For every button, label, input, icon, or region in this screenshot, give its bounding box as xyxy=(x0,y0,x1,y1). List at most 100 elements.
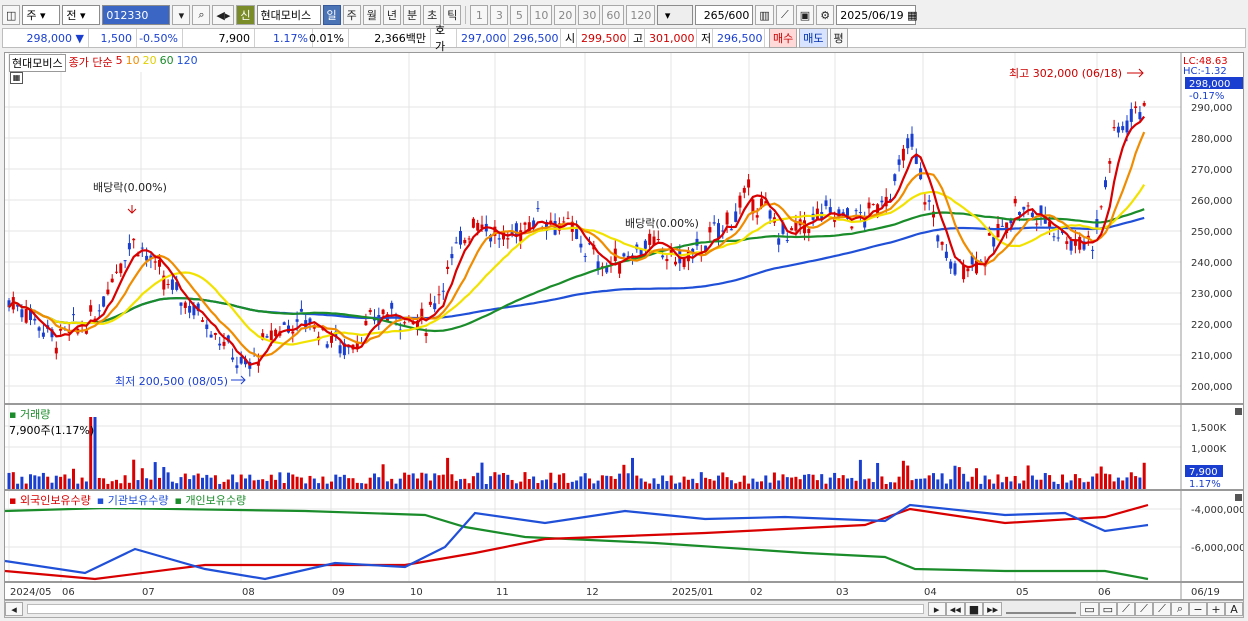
scroll-left-icon[interactable]: ◂ xyxy=(5,602,23,616)
candle-icon[interactable]: ▥ xyxy=(755,5,774,25)
buy-button[interactable]: 매수 xyxy=(769,28,798,48)
volume-bar xyxy=(1121,480,1125,489)
candle xyxy=(858,212,862,214)
volume-panel[interactable]: 1,500K 1,000K 7,900 1.17% ▪ 거래량 7,900주(1… xyxy=(4,404,1244,490)
count-field[interactable]: 265/600 xyxy=(695,5,754,25)
tab-day[interactable]: 일 xyxy=(322,5,341,25)
legend-foreign-text: 외국인보유수량 xyxy=(19,494,91,507)
interval-20[interactable]: 20 xyxy=(554,5,577,25)
candle xyxy=(201,320,204,322)
stock-code-input[interactable]: 012330 xyxy=(102,5,171,25)
volume-bar xyxy=(299,477,303,489)
tab-year[interactable]: 년 xyxy=(382,5,402,25)
calculator-icon[interactable]: ▦ xyxy=(10,72,23,84)
volume-bar xyxy=(248,474,252,489)
price-tick: 200,000 xyxy=(1191,382,1232,393)
volume-bar xyxy=(1056,483,1060,489)
interval-60[interactable]: 60 xyxy=(602,5,625,25)
interval-120[interactable]: 120 xyxy=(626,5,656,25)
layout-icon[interactable]: ▭ xyxy=(1080,602,1099,616)
date-field[interactable]: 2025/06/19 ▦ xyxy=(836,5,918,25)
hold-tick-2: -6,000,000 xyxy=(1191,543,1243,554)
volume-bar xyxy=(944,483,948,489)
x-tick-label: 06 xyxy=(62,587,75,598)
candle xyxy=(725,212,729,225)
draw-icon[interactable]: ⟋ xyxy=(1117,602,1135,616)
window-icon[interactable]: ◫ xyxy=(2,5,21,25)
volume-bar xyxy=(540,480,544,489)
volume-bar xyxy=(1086,481,1090,489)
draw3-icon[interactable]: ⟋ xyxy=(1153,602,1171,616)
interval-5[interactable]: 5 xyxy=(510,5,529,25)
forward-icon[interactable]: ▸▸ xyxy=(983,602,1003,616)
volume-bar xyxy=(519,481,523,489)
draw2-icon[interactable]: ⟋ xyxy=(1135,602,1153,616)
holdings-panel[interactable]: -4,000,000 -6,000,000 ▪ 외국인보유수량 ▪ 기관보유수량… xyxy=(4,490,1246,582)
search-icon[interactable]: ⌕ xyxy=(192,5,211,25)
candle xyxy=(463,239,467,244)
volume-bar xyxy=(110,481,114,489)
volume-bar xyxy=(1091,476,1095,489)
gear-icon[interactable]: ⚙ xyxy=(816,5,835,25)
zoom-icon[interactable]: ⌕ xyxy=(1171,602,1189,616)
stop-icon[interactable]: ■ xyxy=(964,602,984,616)
save-icon[interactable]: ▣ xyxy=(795,5,815,25)
candle xyxy=(299,308,303,312)
bottom-scrollbar[interactable]: ◂ ▸ ◂◂ ■ ▸▸ ▭ ▭ ⟋ ⟋ ⟋ ⌕ − + A xyxy=(4,600,1244,618)
scroll-track[interactable] xyxy=(27,604,924,614)
hold-tick-1: -4,000,000 xyxy=(1191,505,1243,516)
tab-minute[interactable]: 분 xyxy=(403,5,422,25)
volume-chart[interactable]: 1,500K 1,000K 7,900 1.17% xyxy=(5,405,1243,490)
candle xyxy=(54,347,58,354)
volume-bar xyxy=(265,480,269,489)
volume-bar xyxy=(682,476,686,489)
volume-bar xyxy=(424,473,428,489)
date-value: 2025/06/19 xyxy=(840,8,904,22)
candle xyxy=(583,255,587,257)
avg-button[interactable]: 평 xyxy=(829,28,848,48)
volume-bar xyxy=(11,472,15,489)
layout2-icon[interactable]: ▭ xyxy=(1098,602,1117,616)
interval-10[interactable]: 10 xyxy=(530,5,553,25)
volume-bar xyxy=(480,462,484,489)
volume-bar xyxy=(441,474,445,489)
plus-icon[interactable]: + xyxy=(1207,602,1225,616)
play-icon[interactable]: ▸ xyxy=(927,602,946,616)
x-tick-label: 2025/01 xyxy=(672,587,714,598)
sell-button[interactable]: 매도 xyxy=(799,28,828,48)
candle xyxy=(59,328,63,331)
minus-icon[interactable]: − xyxy=(1189,602,1207,616)
trend-icon[interactable]: ⟋ xyxy=(775,5,794,25)
candle xyxy=(949,261,953,269)
dropdown-icon[interactable]: ▾ xyxy=(172,5,191,25)
vol-current-pct: 1.17% xyxy=(1189,479,1221,489)
interval-3[interactable]: 3 xyxy=(490,5,509,25)
prev-select[interactable]: 전 ▾ xyxy=(62,5,101,25)
tab-month[interactable]: 월 xyxy=(362,5,381,25)
ma-line xyxy=(8,131,1146,358)
font-icon[interactable]: A xyxy=(1225,602,1243,616)
tab-week[interactable]: 주 xyxy=(342,5,361,25)
candle xyxy=(368,310,372,313)
volume-bar xyxy=(368,477,372,489)
volume-bar xyxy=(364,483,368,489)
speaker-icon[interactable]: ◀▸ xyxy=(212,5,235,25)
period-type-select[interactable]: 주 ▾ xyxy=(22,5,61,25)
volume-bar xyxy=(140,468,144,489)
new-badge[interactable]: 신 xyxy=(236,5,255,25)
interval-1[interactable]: 1 xyxy=(470,5,489,25)
candle xyxy=(291,331,295,334)
candle xyxy=(467,238,471,240)
volume-bar xyxy=(244,478,247,489)
volume-bar xyxy=(489,476,493,489)
rewind-icon[interactable]: ◂◂ xyxy=(945,602,965,616)
interval-select[interactable]: ▾ xyxy=(657,5,694,25)
price-panel[interactable]: 290,000 280,000 270,000 260,000 250,000 240,0… xyxy=(4,52,1244,404)
price-chart[interactable]: 290,000 280,000 270,000 260,000 250,000 240,0… xyxy=(5,53,1243,403)
zoom-slider[interactable] xyxy=(1006,604,1077,614)
volume-bar xyxy=(992,483,996,489)
volume-bar xyxy=(132,459,136,489)
interval-30[interactable]: 30 xyxy=(578,5,601,25)
candle xyxy=(674,261,677,265)
stock-name-tag[interactable]: 현대모비스 xyxy=(9,54,66,72)
